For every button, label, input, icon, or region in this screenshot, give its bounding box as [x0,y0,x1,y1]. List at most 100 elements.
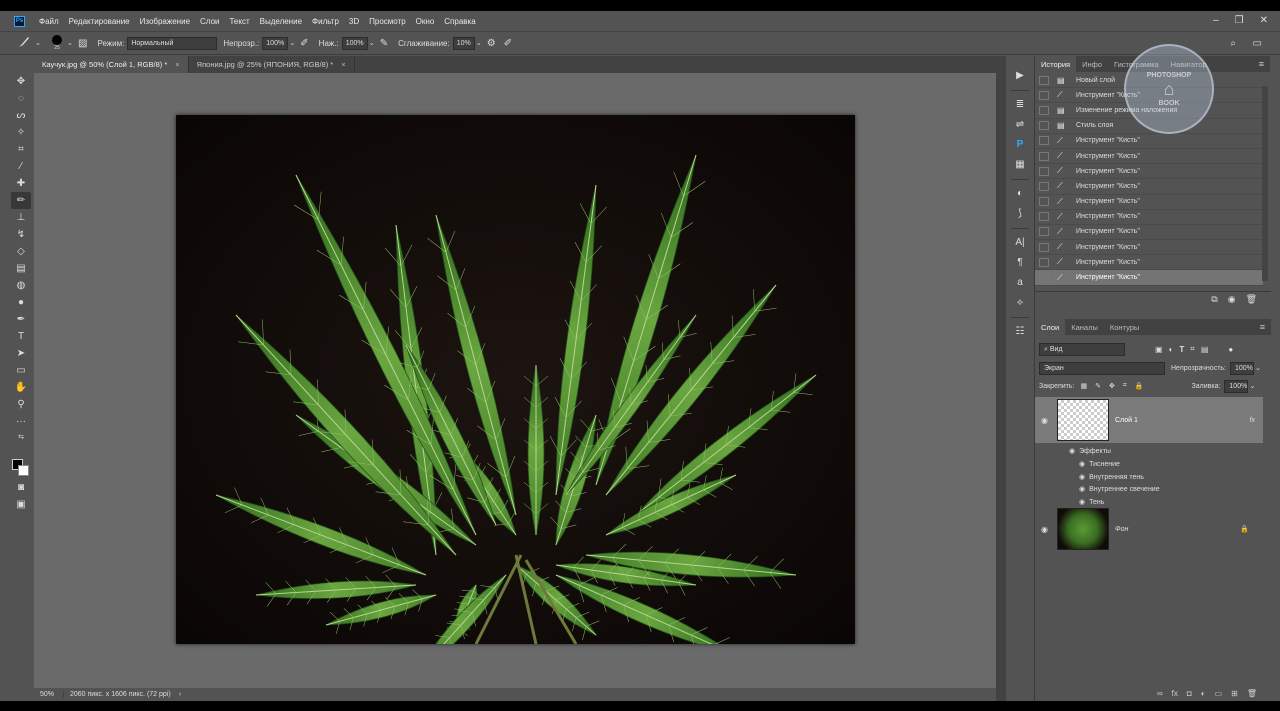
history-item[interactable]: ⟋ Инструмент "Кисть" [1035,179,1263,195]
snapshot-camera-icon[interactable]: ◉ [1228,294,1236,305]
tab-kauchuk[interactable]: Каучук.jpg @ 50% (Слой 1, RGB/8) * × [34,56,189,73]
crop-tool-icon[interactable]: ⌗ [11,141,31,158]
effect-row[interactable]: ◉ Внутреннее свечение [1035,483,1263,495]
effects-row[interactable]: ◉ Эффекты [1035,445,1263,457]
close-icon[interactable]: × [175,60,179,69]
screen-mode-icon[interactable]: ▣ [11,496,31,513]
restore-button[interactable]: ❐ [1235,15,1244,26]
chevron-down-icon[interactable]: ⌄ [1254,362,1262,375]
path-select-tool-icon[interactable]: ➤ [11,345,31,362]
lock-move-icon[interactable]: ✥ [1109,382,1115,390]
status-arrow-icon[interactable]: › [179,691,181,698]
lock-artboard-icon[interactable]: ⌗ [1123,382,1127,390]
history-scrollbar[interactable] [1262,86,1268,281]
history-item[interactable]: ⟋ Инструмент "Кисть" [1035,164,1263,180]
panel-menu-icon[interactable]: ≡ [1260,322,1265,332]
chevron-down-icon[interactable]: ⌄ [66,37,74,50]
filter-shape-icon[interactable]: ⌗ [1190,344,1195,354]
tab-info[interactable]: Инфо [1076,56,1108,72]
quick-select-tool-icon[interactable]: ✧ [11,124,31,141]
history-item[interactable]: ⟋ Инструмент "Кисть" [1035,149,1263,165]
link-icon[interactable]: ∞ [1157,689,1163,698]
history-checkbox[interactable] [1039,90,1049,100]
mask-icon[interactable]: ◘ [1187,689,1192,698]
menu-image[interactable]: Изображение [140,17,190,26]
history-item[interactable]: ⟋ Инструмент "Кисть" [1035,255,1263,271]
paragraph-p-icon[interactable]: P [1010,135,1030,153]
adjustments-icon[interactable]: ⇌ [1010,115,1030,133]
glyphs-icon[interactable]: a [1010,273,1030,291]
eyedropper-tool-icon[interactable]: ⁄ [11,158,31,175]
brush-tool-icon[interactable] [18,36,30,51]
brush-preset-picker[interactable]: 25 [52,35,62,51]
canvas-area[interactable] [34,73,996,688]
healing-tool-icon[interactable]: ✚ [11,175,31,192]
eye-icon[interactable]: ◉ [1079,498,1085,506]
chevron-down-icon[interactable]: ⌄ [1248,380,1256,393]
layer-filter-select[interactable]: ⌕ Вид [1039,342,1125,356]
menu-window[interactable]: Окно [416,17,435,26]
zoom-tool-icon[interactable]: ⚲ [11,396,31,413]
history-checkbox[interactable] [1039,273,1049,283]
gear-icon[interactable]: ⚙ [487,38,496,49]
gradient-tool-icon[interactable]: ▤ [11,260,31,277]
play-icon[interactable]: ▶ [1010,66,1030,84]
trash-icon[interactable]: 🗑 [1247,689,1257,698]
pen-tool-icon[interactable]: ✒ [11,311,31,328]
menu-edit[interactable]: Редактирование [69,17,130,26]
history-item[interactable]: ⟋ Инструмент "Кисть" [1035,270,1263,286]
opacity-input[interactable]: 100% [262,36,289,50]
menu-layers[interactable]: Слои [200,17,219,26]
eraser-tool-icon[interactable]: ◇ [11,243,31,260]
chevron-down-icon[interactable]: ⌄ [34,37,42,50]
more-tools-icon[interactable]: ··· [11,413,31,430]
menu-file[interactable]: Файл [39,17,59,26]
new-layer-icon[interactable]: ⊞ [1231,689,1238,698]
history-item[interactable]: ⟋ Инструмент "Кисть" [1035,240,1263,256]
airbrush-icon[interactable]: ✎ [380,38,388,49]
chevron-down-icon[interactable]: ⌄ [288,37,296,50]
lock-brush-icon[interactable]: ✎ [1095,382,1101,390]
history-checkbox[interactable] [1039,181,1049,191]
filter-adjust-icon[interactable]: ◐ [1169,345,1174,354]
trash-icon[interactable]: 🗑 [1246,294,1257,305]
eye-icon[interactable]: ◉ [1079,485,1085,493]
filter-smart-icon[interactable]: ▤ [1201,345,1209,354]
blend-mode-select[interactable]: Экран [1039,361,1165,375]
brush-settings-icon[interactable]: ▨ [78,38,87,49]
history-checkbox[interactable] [1039,105,1049,115]
eye-icon[interactable]: ◉ [1041,525,1051,534]
fx-icon[interactable]: fx [1172,689,1178,698]
minimize-button[interactable]: – [1213,15,1219,26]
tab-history[interactable]: История [1035,56,1077,72]
type-tool-icon[interactable]: T [11,328,31,345]
stamp-tool-icon[interactable]: ⊥ [11,209,31,226]
menu-select[interactable]: Выделение [260,17,302,26]
history-checkbox[interactable] [1039,166,1049,176]
styles-icon[interactable]: ⟆ [1010,204,1030,222]
menu-help[interactable]: Справка [444,17,475,26]
filter-toggle-icon[interactable]: ● [1228,345,1233,354]
panel-menu-icon[interactable]: ≡ [1259,59,1264,69]
history-brush-tool-icon[interactable]: ↯ [11,226,31,243]
effect-row[interactable]: ◉ Внутренняя тень [1035,471,1263,483]
paths-icon[interactable]: ⟡ [1010,293,1030,311]
zoom-level[interactable]: 50% [34,691,64,698]
adjustment-layer-icon[interactable]: ◐ [1201,689,1206,698]
menu-filter[interactable]: Фильтр [312,17,339,26]
brush-tool-icon[interactable]: ✏ [11,192,31,209]
pressure-size-icon[interactable]: ✐ [504,38,512,49]
tab-yaponiya[interactable]: Япония.jpg @ 25% (ЯПОНИЯ, RGB/8) * × [189,56,355,73]
layer-name[interactable]: Слой 1 [1115,417,1138,424]
pressure-opacity-icon[interactable]: ✐ [300,38,308,49]
blur-tool-icon[interactable]: ◍ [11,277,31,294]
layer-name[interactable]: Фон [1115,526,1128,533]
document-image[interactable] [176,115,855,644]
history-item[interactable]: ⟋ Инструмент "Кисть" [1035,225,1263,241]
tab-layers[interactable]: Слои [1035,319,1066,335]
folder-icon[interactable]: ▭ [1215,689,1223,698]
hand-tool-icon[interactable]: ✋ [11,379,31,396]
menu-type[interactable]: Текст [229,17,249,26]
history-item[interactable]: ⟋ Инструмент "Кисть" [1035,195,1263,210]
background-color-swatch[interactable] [18,465,29,476]
